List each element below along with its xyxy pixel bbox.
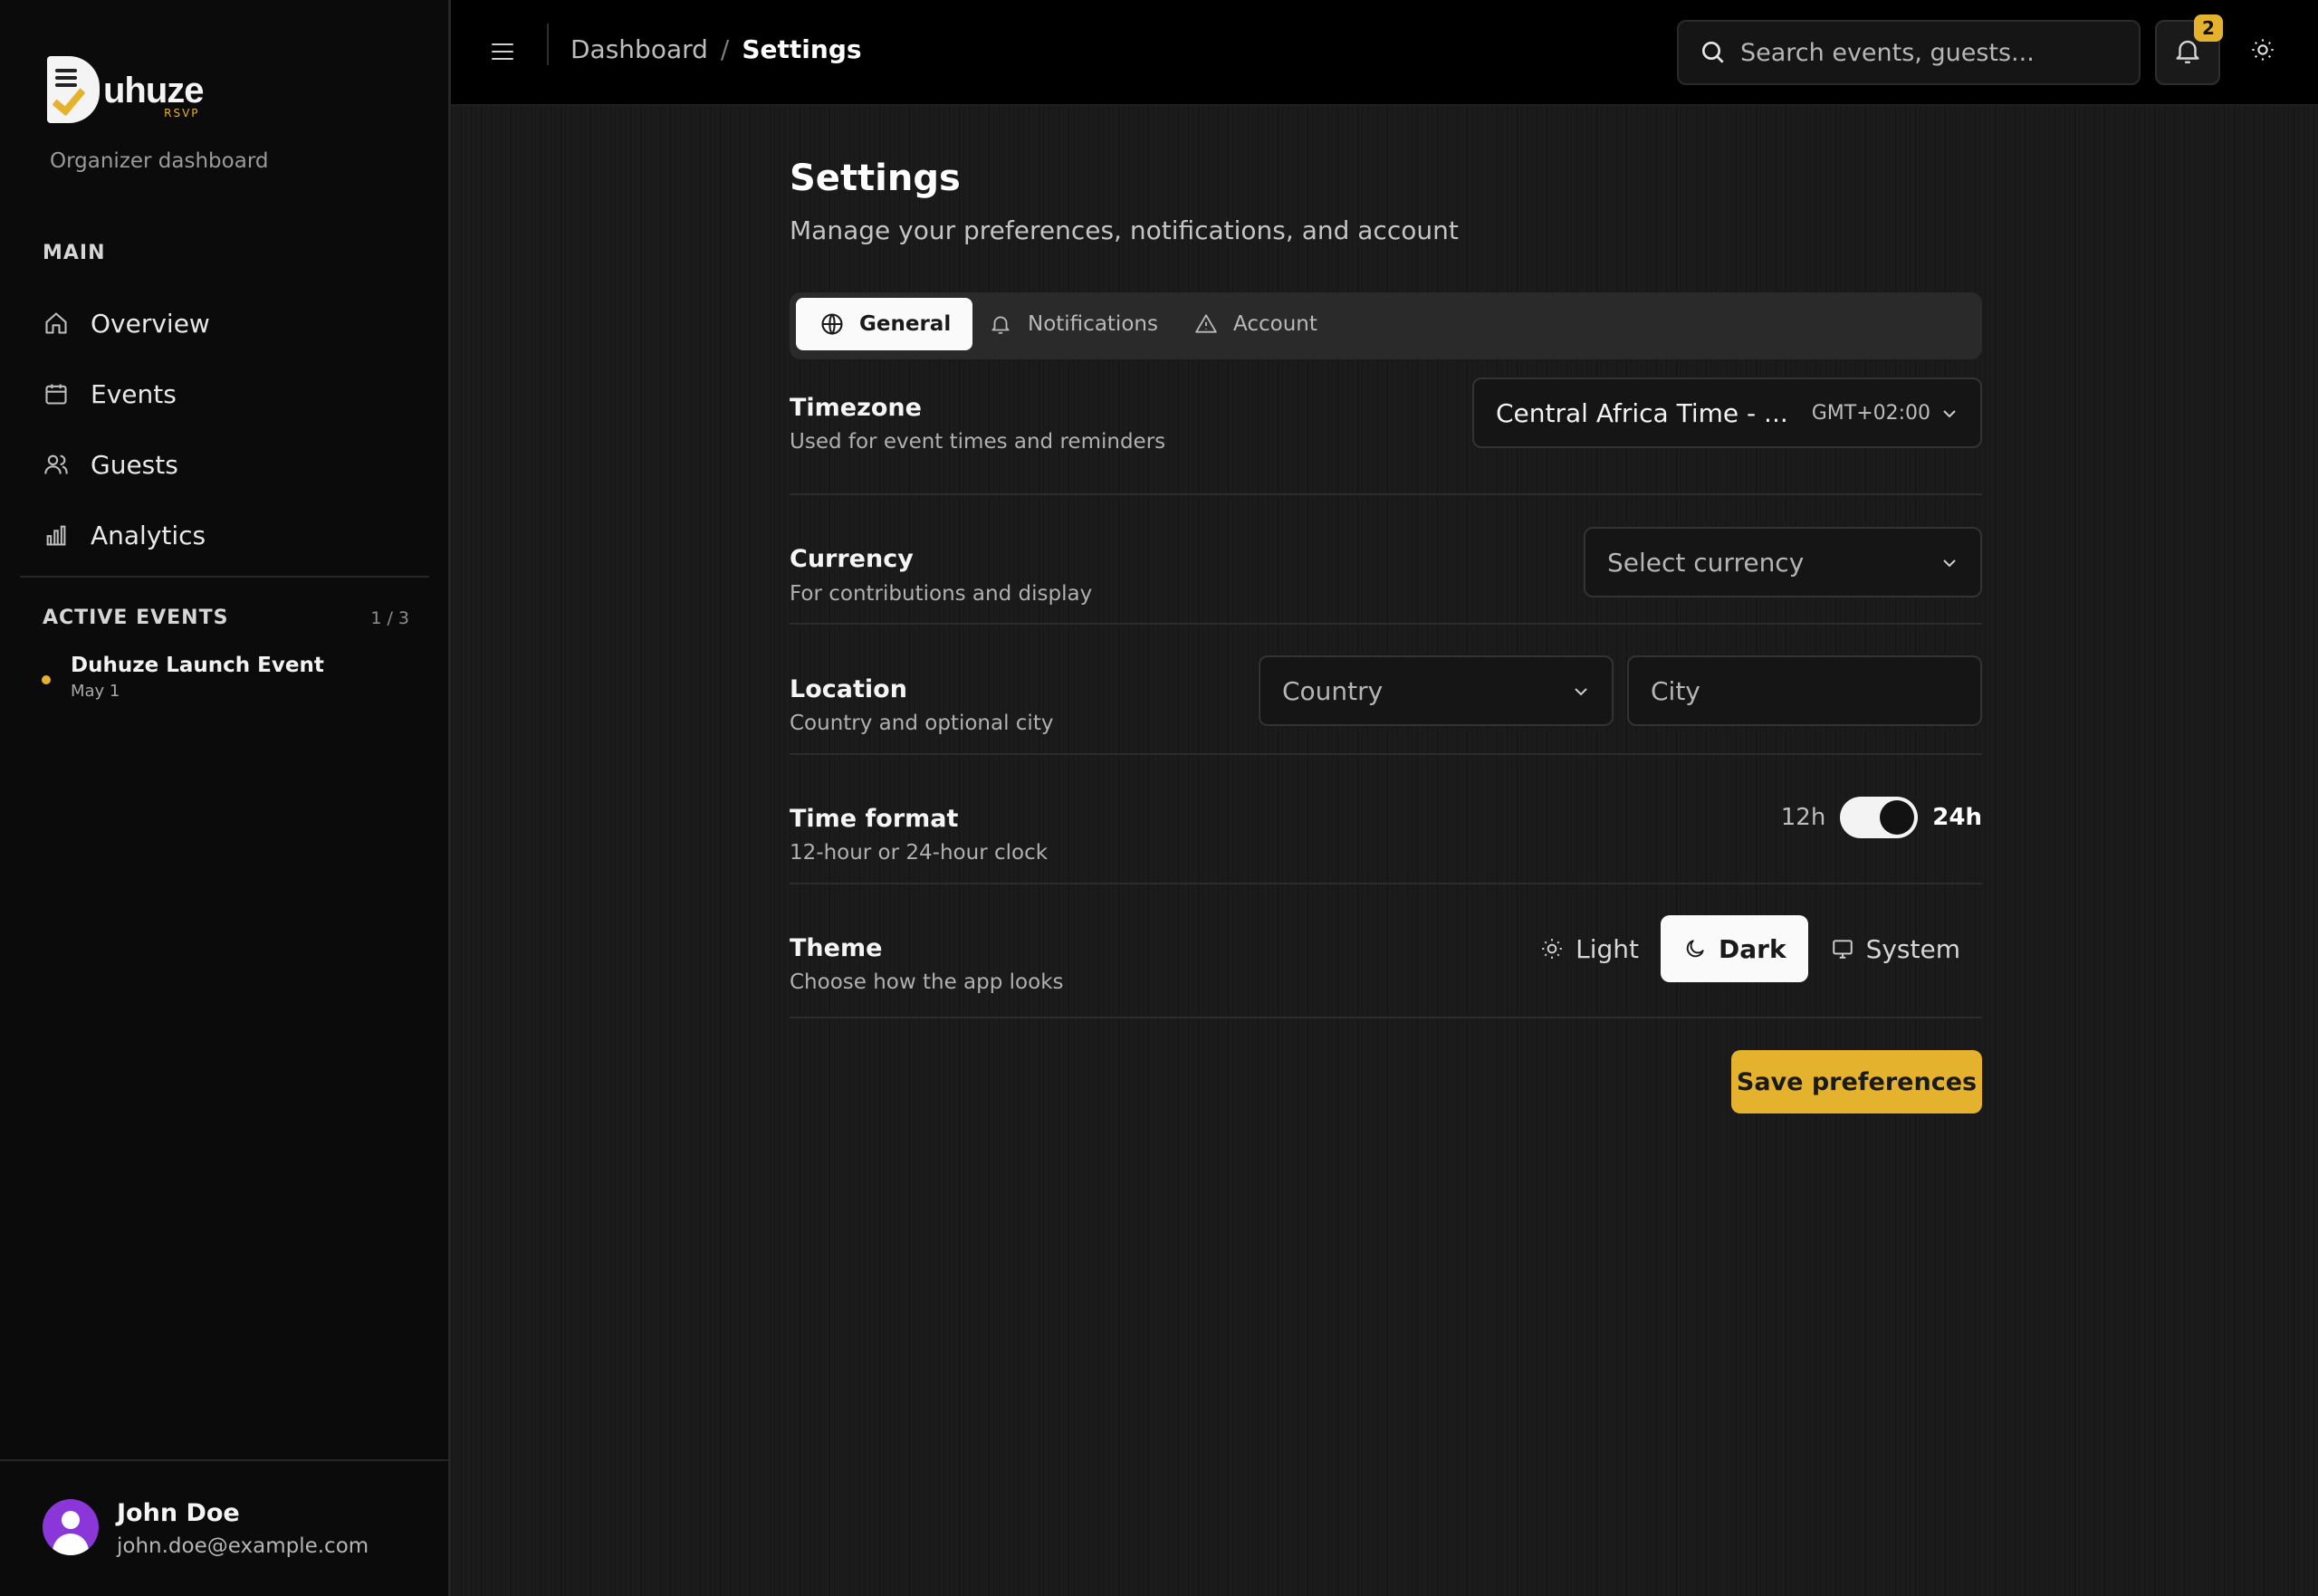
sidebar-divider	[20, 576, 429, 578]
tab-label: General	[859, 312, 952, 336]
menu-toggle-icon[interactable]	[487, 36, 518, 67]
search-icon	[1699, 38, 1728, 67]
topbar-divider	[547, 24, 549, 65]
setting-description: Choose how the app looks	[790, 970, 1064, 994]
avatar	[43, 1499, 99, 1555]
active-events-count: 1 / 3	[370, 607, 409, 628]
timezone-value: Central Africa Time - ...	[1496, 397, 1788, 428]
timezone-select[interactable]: Central Africa Time - ... GMT+02:00	[1472, 377, 1982, 448]
save-preferences-button[interactable]: Save preferences	[1731, 1050, 1982, 1113]
sun-icon	[2250, 37, 2275, 66]
tab-notifications[interactable]: Notifications	[964, 298, 1180, 350]
sidebar-item-label: Overview	[91, 308, 210, 339]
bell-icon	[988, 311, 1013, 337]
user-profile[interactable]: John Doe john.doe@example.com	[0, 1459, 448, 1596]
setting-title: Timezone	[790, 394, 922, 422]
theme-option-label: System	[1865, 933, 1960, 964]
theme-setting: Theme Choose how the app looks Light Dar…	[790, 884, 1982, 1018]
logo-mark-icon	[47, 56, 100, 125]
active-event-item[interactable]: Duhuze Launch Event May 1	[42, 654, 324, 701]
logo-wordmark: uhuze	[103, 71, 205, 110]
search-box[interactable]	[1677, 20, 2141, 85]
chevron-down-icon	[1939, 403, 1960, 425]
monitor-icon	[1830, 936, 1855, 961]
globe-icon	[819, 311, 845, 337]
time-format-setting: Time format 12-hour or 24-hour clock 12h…	[790, 755, 1982, 884]
location-setting: Location Country and optional city Count…	[790, 625, 1982, 755]
setting-description: Used for event times and reminders	[790, 430, 1166, 454]
bar-chart-icon	[43, 521, 70, 549]
calendar-icon	[43, 380, 70, 407]
theme-option-light[interactable]: Light	[1518, 915, 1661, 982]
sidebar-item-guests[interactable]: Guests	[20, 429, 429, 500]
tab-general[interactable]: General	[796, 298, 973, 350]
theme-option-label: Light	[1576, 933, 1639, 964]
home-icon	[43, 310, 70, 337]
theme-option-system[interactable]: System	[1808, 915, 1982, 982]
settings-tabs: General Notifications Account	[790, 292, 1982, 359]
warning-icon	[1193, 311, 1219, 337]
currency-setting: Currency For contributions and display S…	[790, 495, 1982, 625]
sidebar-item-events[interactable]: Events	[20, 358, 429, 429]
tab-label: Account	[1233, 312, 1317, 336]
timezone-setting: Timezone Used for event times and remind…	[790, 377, 1982, 495]
active-events-label: ACTIVE EVENTS	[43, 607, 229, 629]
notification-badge: 2	[2194, 14, 2223, 42]
sidebar-item-overview[interactable]: Overview	[20, 288, 429, 358]
theme-option-label: Dark	[1719, 933, 1786, 964]
currency-select[interactable]: Select currency	[1584, 527, 1982, 597]
breadcrumb-settings: Settings	[742, 34, 862, 64]
setting-title: Theme	[790, 934, 883, 962]
city-placeholder: City	[1651, 675, 1700, 706]
user-name: John Doe	[117, 1499, 240, 1527]
nav-section-label: MAIN	[43, 242, 106, 264]
app-logo[interactable]: uhuze RSVP	[47, 56, 205, 125]
top-bar: Dashboard / Settings 2	[451, 0, 2318, 106]
time-format-toggle[interactable]	[1840, 797, 1919, 838]
main-nav: Overview Events Guests Analytics	[20, 288, 429, 570]
page-subtitle: Manage your preferences, notifications, …	[790, 215, 1459, 245]
sidebar-item-analytics[interactable]: Analytics	[20, 500, 429, 570]
country-select[interactable]: Country	[1259, 655, 1614, 726]
time-format-12h-label: 12h	[1780, 804, 1826, 831]
setting-title: Time format	[790, 805, 959, 833]
theme-toggle-button[interactable]	[2246, 34, 2280, 69]
breadcrumb: Dashboard / Settings	[570, 34, 862, 64]
setting-title: Location	[790, 675, 907, 703]
sidebar-item-label: Events	[91, 378, 177, 409]
active-events-header: ACTIVE EVENTS 1 / 3	[43, 607, 409, 629]
status-dot-icon	[42, 675, 51, 684]
search-input[interactable]	[1740, 38, 2121, 67]
tab-account[interactable]: Account	[1170, 298, 1339, 350]
time-format-24h-label: 24h	[1932, 804, 1982, 831]
sidebar-item-label: Guests	[91, 449, 178, 480]
sidebar: uhuze RSVP Organizer dashboard MAIN Over…	[0, 0, 451, 1596]
user-email: john.doe@example.com	[117, 1534, 369, 1558]
chevron-down-icon	[1939, 552, 1960, 574]
sidebar-item-label: Analytics	[91, 520, 206, 550]
setting-title: Currency	[790, 545, 914, 573]
users-icon	[43, 451, 70, 478]
theme-option-dark[interactable]: Dark	[1661, 915, 1808, 982]
currency-placeholder: Select currency	[1607, 547, 1805, 578]
moon-icon	[1682, 936, 1708, 961]
active-event-name: Duhuze Launch Event	[71, 654, 324, 677]
city-field[interactable]: City	[1627, 655, 1982, 726]
time-format-control: 12h 24h	[1781, 797, 1982, 838]
setting-description: Country and optional city	[790, 712, 1054, 735]
country-placeholder: Country	[1282, 675, 1384, 706]
tab-label: Notifications	[1028, 312, 1158, 336]
setting-description: 12-hour or 24-hour clock	[790, 841, 1049, 865]
chevron-down-icon	[1570, 681, 1592, 702]
settings-page: Settings Manage your preferences, notifi…	[451, 106, 2318, 1596]
sun-icon	[1539, 936, 1565, 961]
setting-description: For contributions and display	[790, 582, 1093, 606]
page-title: Settings	[790, 158, 961, 199]
app-subtitle: Organizer dashboard	[50, 149, 269, 173]
timezone-offset: GMT+02:00	[1811, 401, 1931, 425]
breadcrumb-dashboard[interactable]: Dashboard	[570, 34, 708, 64]
breadcrumb-separator: /	[720, 34, 730, 64]
active-event-date: May 1	[71, 682, 120, 701]
theme-selector: Light Dark System	[1518, 915, 1982, 982]
